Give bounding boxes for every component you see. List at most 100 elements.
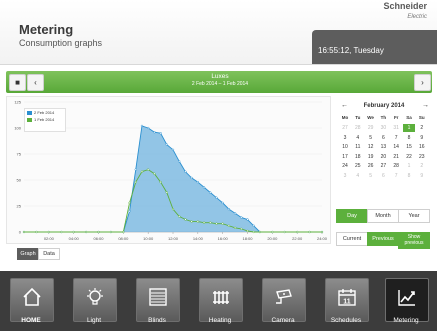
period-year[interactable]: Year — [398, 209, 430, 223]
calendar-day[interactable]: 13 — [377, 143, 389, 151]
nav-light-label: Light — [86, 317, 102, 324]
measure-title: Luxes — [211, 73, 229, 80]
tab-data[interactable]: Data — [38, 248, 60, 260]
data-point — [209, 221, 212, 224]
calendar-day[interactable]: 25 — [352, 162, 364, 170]
calendar-day[interactable]: 15 — [403, 143, 415, 151]
svg-text:11: 11 — [343, 299, 351, 306]
calendar-day[interactable]: 21 — [390, 153, 402, 161]
lightbulb-icon — [87, 288, 103, 305]
calendar-day[interactable]: 1 — [403, 162, 415, 170]
calendar-day[interactable]: 2 — [416, 162, 428, 170]
legend-label: 2 Feb 2014 — [34, 110, 55, 115]
calendar-day[interactable]: 22 — [403, 153, 415, 161]
nav-metering-label: Metering — [393, 317, 419, 324]
calendar-day[interactable]: 3 — [339, 172, 351, 180]
calendar-day[interactable]: 17 — [339, 153, 351, 161]
calendar-day[interactable]: 18 — [352, 153, 364, 161]
calendar-day[interactable]: 28 — [390, 162, 402, 170]
calendar-next-icon[interactable]: → — [422, 102, 429, 109]
calendar-day[interactable]: 10 — [339, 143, 351, 151]
legend-item: 1 Feb 2014 — [25, 116, 65, 123]
compare-show-previous[interactable]: Show previous — [398, 232, 430, 249]
compare-previous[interactable]: Previous — [367, 232, 399, 246]
calendar-day[interactable]: 7 — [390, 134, 402, 142]
data-point — [240, 227, 243, 231]
calendar-day[interactable]: 5 — [365, 172, 377, 180]
calendar-day[interactable]: 2 — [416, 124, 428, 132]
data-point — [128, 201, 131, 205]
x-tick-label: 02:00 — [44, 236, 55, 241]
menu-icon[interactable]: ■ — [9, 74, 26, 91]
legend-item: 2 Feb 2014 — [25, 109, 65, 116]
calendar-day[interactable]: 8 — [403, 172, 415, 180]
data-point — [209, 191, 212, 194]
nav-heating[interactable] — [199, 278, 243, 322]
calendar-day[interactable]: 28 — [352, 124, 364, 132]
calendar-day[interactable]: 29 — [365, 124, 377, 132]
calendar-day[interactable]: 31 — [390, 124, 402, 132]
calendar-weekday: Tu — [355, 115, 361, 120]
calendar-day[interactable]: 7 — [390, 172, 402, 180]
data-point — [196, 180, 199, 184]
nav-metering[interactable] — [385, 278, 429, 322]
calendar-day[interactable]: 12 — [365, 143, 377, 151]
data-point — [221, 201, 224, 205]
nav-blinds[interactable] — [136, 278, 180, 322]
calendar-day[interactable]: 26 — [365, 162, 377, 170]
legend-swatch — [27, 110, 32, 115]
data-point — [227, 207, 231, 211]
calendar-day[interactable]: 3 — [339, 134, 351, 142]
nav-camera[interactable] — [262, 278, 306, 322]
data-point — [165, 143, 168, 146]
nav-light[interactable] — [73, 278, 117, 322]
data-point — [283, 230, 286, 234]
calendar-day[interactable]: 6 — [377, 134, 389, 142]
data-point — [178, 160, 181, 163]
calendar-day[interactable]: 9 — [416, 172, 428, 180]
calendar-day[interactable]: 24 — [339, 162, 351, 170]
brand-logo: Schneider Electric — [383, 2, 427, 22]
data-point — [153, 131, 156, 134]
data-point — [252, 224, 255, 227]
x-tick-label: 10:00 — [143, 236, 154, 241]
nav-schedules[interactable]: 11 — [325, 278, 369, 322]
data-point — [296, 230, 299, 234]
calendar-day[interactable]: 1 — [403, 124, 415, 132]
calendar-day[interactable]: 8 — [403, 134, 415, 142]
calendar-day[interactable]: 27 — [377, 162, 389, 170]
calendar-day[interactable]: 27 — [339, 124, 351, 132]
data-point — [202, 221, 206, 224]
calendar-prev-icon[interactable]: ← — [341, 102, 348, 109]
calendar-day[interactable]: 30 — [377, 124, 389, 132]
x-tick-label: 16:00 — [218, 236, 229, 241]
period-month[interactable]: Month — [367, 209, 399, 223]
compare-current[interactable]: Current — [336, 232, 368, 246]
calendar-weekday: Su — [418, 115, 425, 120]
calendar-day[interactable]: 4 — [352, 134, 364, 142]
x-tick-label: 12:00 — [168, 236, 179, 241]
calendar-day[interactable]: 14 — [390, 143, 402, 151]
calendar-day[interactable]: 6 — [377, 172, 389, 180]
calendar-day[interactable]: 9 — [416, 134, 428, 142]
chevron-left-icon[interactable]: ‹ — [27, 74, 44, 91]
data-point — [159, 180, 162, 184]
calendar-day[interactable]: 5 — [365, 134, 377, 142]
calendar-day[interactable]: 16 — [416, 143, 428, 151]
period-day[interactable]: Day — [336, 209, 368, 223]
series-area — [24, 125, 322, 232]
calendar-day[interactable]: 4 — [352, 172, 364, 180]
data-point — [171, 207, 175, 211]
nav-home[interactable] — [10, 278, 54, 322]
calendar-day[interactable]: 19 — [365, 153, 377, 161]
data-point — [60, 230, 63, 234]
data-point — [190, 176, 193, 180]
tab-graph[interactable]: Graph — [17, 248, 39, 260]
nav-heating-label: Heating — [208, 317, 232, 324]
calendar-day[interactable]: 11 — [352, 143, 364, 151]
y-tick-label: 75 — [17, 152, 22, 157]
chevron-right-icon[interactable]: › — [414, 74, 431, 91]
page-subtitle: Consumption graphs — [19, 38, 103, 48]
calendar-day[interactable]: 23 — [416, 153, 428, 161]
calendar-day[interactable]: 20 — [377, 153, 389, 161]
